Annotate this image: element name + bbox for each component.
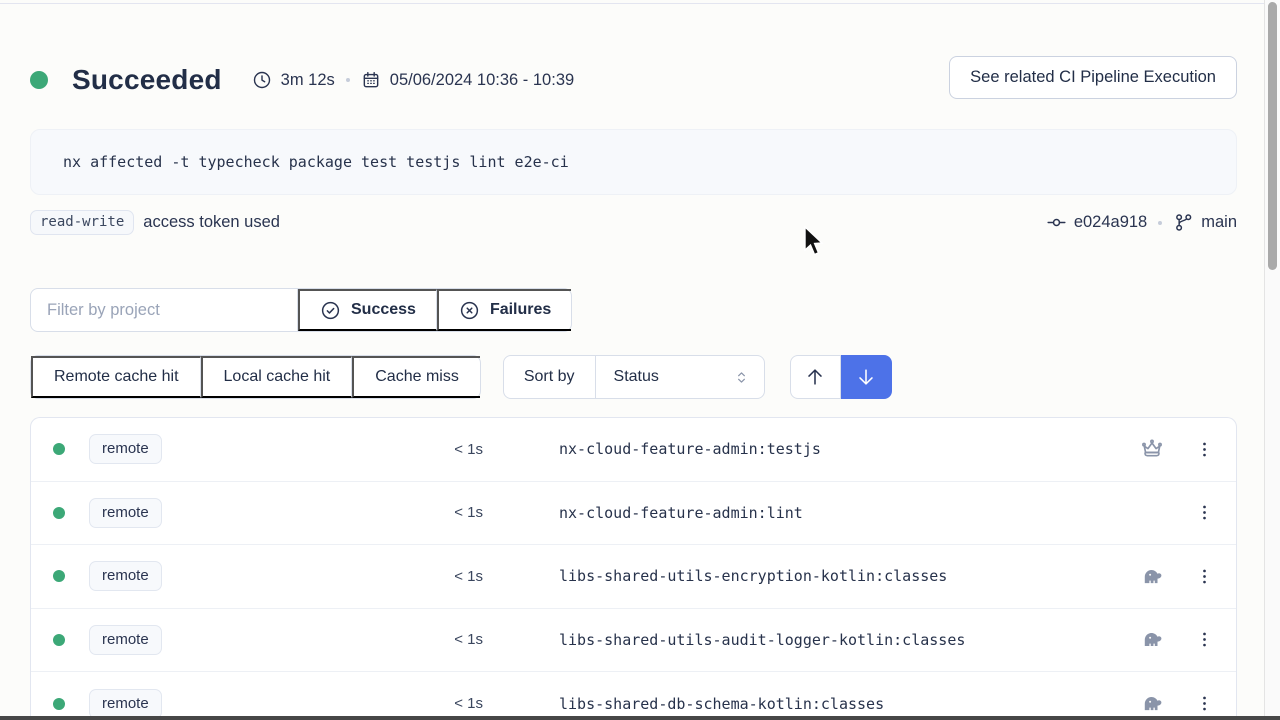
task-duration: < 1s xyxy=(203,441,483,458)
date-range-text: 05/06/2024 10:36 - 10:39 xyxy=(390,71,574,90)
branch-icon xyxy=(1173,212,1194,233)
calendar-icon xyxy=(361,70,381,90)
page-title: Succeeded xyxy=(72,64,222,96)
task-cache-badge: remote xyxy=(89,689,162,719)
task-duration: < 1s xyxy=(203,631,483,648)
task-list: remote < 1s nx-cloud-feature-admin:testj… xyxy=(30,417,1237,720)
task-cache-badge: remote xyxy=(89,498,162,528)
task-menu-button[interactable] xyxy=(1194,694,1214,713)
vcs-info: e024a918 main xyxy=(1046,212,1237,233)
gradle-elephant-icon xyxy=(1140,691,1165,716)
access-token-info: read-write access token used xyxy=(30,210,280,235)
task-tool-icon-slot xyxy=(1138,691,1166,716)
task-success-dot xyxy=(53,698,65,710)
task-tool-icon-slot xyxy=(1138,437,1166,461)
task-success-dot xyxy=(53,570,65,582)
x-circle-icon xyxy=(459,300,480,321)
task-menu-button[interactable] xyxy=(1194,567,1214,586)
task-name: nx-cloud-feature-admin:testjs xyxy=(559,440,1138,458)
duration-text: 3m 12s xyxy=(281,71,335,90)
task-tool-icon-slot xyxy=(1138,564,1166,589)
sort-by-label: Sort by xyxy=(504,356,596,398)
gradle-elephant-icon xyxy=(1140,564,1165,589)
task-menu-button[interactable] xyxy=(1194,503,1214,522)
chevron-updown-icon xyxy=(733,369,750,386)
tab-remote-cache-hit[interactable]: Remote cache hit xyxy=(31,356,201,398)
tab-cache-miss[interactable]: Cache miss xyxy=(352,356,480,398)
task-menu-button[interactable] xyxy=(1194,630,1214,649)
sort-direction-group xyxy=(790,355,892,399)
related-pipeline-button[interactable]: See related CI Pipeline Execution xyxy=(949,56,1237,99)
sort-group: Sort by Status xyxy=(503,355,765,399)
vcs-separator xyxy=(1158,221,1162,225)
meta-separator xyxy=(346,78,350,82)
sort-field-select[interactable]: Status xyxy=(596,356,764,398)
status-dot xyxy=(30,71,48,89)
sort-ascending-button[interactable] xyxy=(790,355,841,399)
task-duration: < 1s xyxy=(203,695,483,712)
scrollbar-track[interactable] xyxy=(1264,0,1280,720)
token-text: access token used xyxy=(143,213,280,232)
check-circle-icon xyxy=(320,300,341,321)
duration-meta: 3m 12s xyxy=(252,70,335,90)
sort-field-value: Status xyxy=(614,368,659,386)
date-meta: 05/06/2024 10:36 - 10:39 xyxy=(361,70,574,90)
scrollbar-thumb[interactable] xyxy=(1268,2,1277,270)
run-command: nx affected -t typecheck package test te… xyxy=(30,129,1237,195)
task-name: libs-shared-utils-encryption-kotlin:clas… xyxy=(559,567,1138,585)
commit-icon xyxy=(1046,212,1067,233)
filter-success-button[interactable]: Success xyxy=(298,289,437,331)
bottom-window-edge xyxy=(0,716,1280,720)
task-duration: < 1s xyxy=(203,568,483,585)
run-header: Succeeded 3m 12s 05/06/2024 10:36 - 10:3… xyxy=(30,58,1237,102)
project-filter-input[interactable] xyxy=(31,289,298,331)
filter-failures-button[interactable]: Failures xyxy=(437,289,571,331)
task-menu-button[interactable] xyxy=(1194,440,1214,459)
cache-filter-group: Remote cache hit Local cache hit Cache m… xyxy=(30,355,481,399)
clock-icon xyxy=(252,70,272,90)
task-name: libs-shared-db-schema-kotlin:classes xyxy=(559,695,1138,713)
task-tool-icon-slot xyxy=(1138,627,1166,652)
task-success-dot xyxy=(53,443,65,455)
task-row[interactable]: remote < 1s libs-shared-utils-encryption… xyxy=(31,545,1236,609)
tab-local-cache-hit[interactable]: Local cache hit xyxy=(201,356,353,398)
task-filter-group: Success Failures xyxy=(30,288,572,332)
task-row[interactable]: remote < 1s libs-shared-db-schema-kotlin… xyxy=(31,672,1236,720)
task-duration: < 1s xyxy=(203,504,483,521)
sort-descending-button[interactable] xyxy=(841,355,892,399)
task-cache-badge: remote xyxy=(89,625,162,655)
jest-icon xyxy=(1140,437,1164,461)
filter-failures-label: Failures xyxy=(490,301,551,319)
commit-sha[interactable]: e024a918 xyxy=(1074,213,1147,232)
task-name: nx-cloud-feature-admin:lint xyxy=(559,504,1138,522)
task-cache-badge: remote xyxy=(89,434,162,464)
branch-name[interactable]: main xyxy=(1201,213,1237,232)
task-row[interactable]: remote < 1s nx-cloud-feature-admin:lint xyxy=(31,482,1236,546)
task-row[interactable]: remote < 1s libs-shared-utils-audit-logg… xyxy=(31,609,1236,673)
filter-success-label: Success xyxy=(351,301,416,319)
task-cache-badge: remote xyxy=(89,561,162,591)
task-success-dot xyxy=(53,507,65,519)
task-success-dot xyxy=(53,634,65,646)
token-scope-badge: read-write xyxy=(30,210,134,235)
gradle-elephant-icon xyxy=(1140,627,1165,652)
task-name: libs-shared-utils-audit-logger-kotlin:cl… xyxy=(559,631,1138,649)
task-row[interactable]: remote < 1s nx-cloud-feature-admin:testj… xyxy=(31,418,1236,482)
